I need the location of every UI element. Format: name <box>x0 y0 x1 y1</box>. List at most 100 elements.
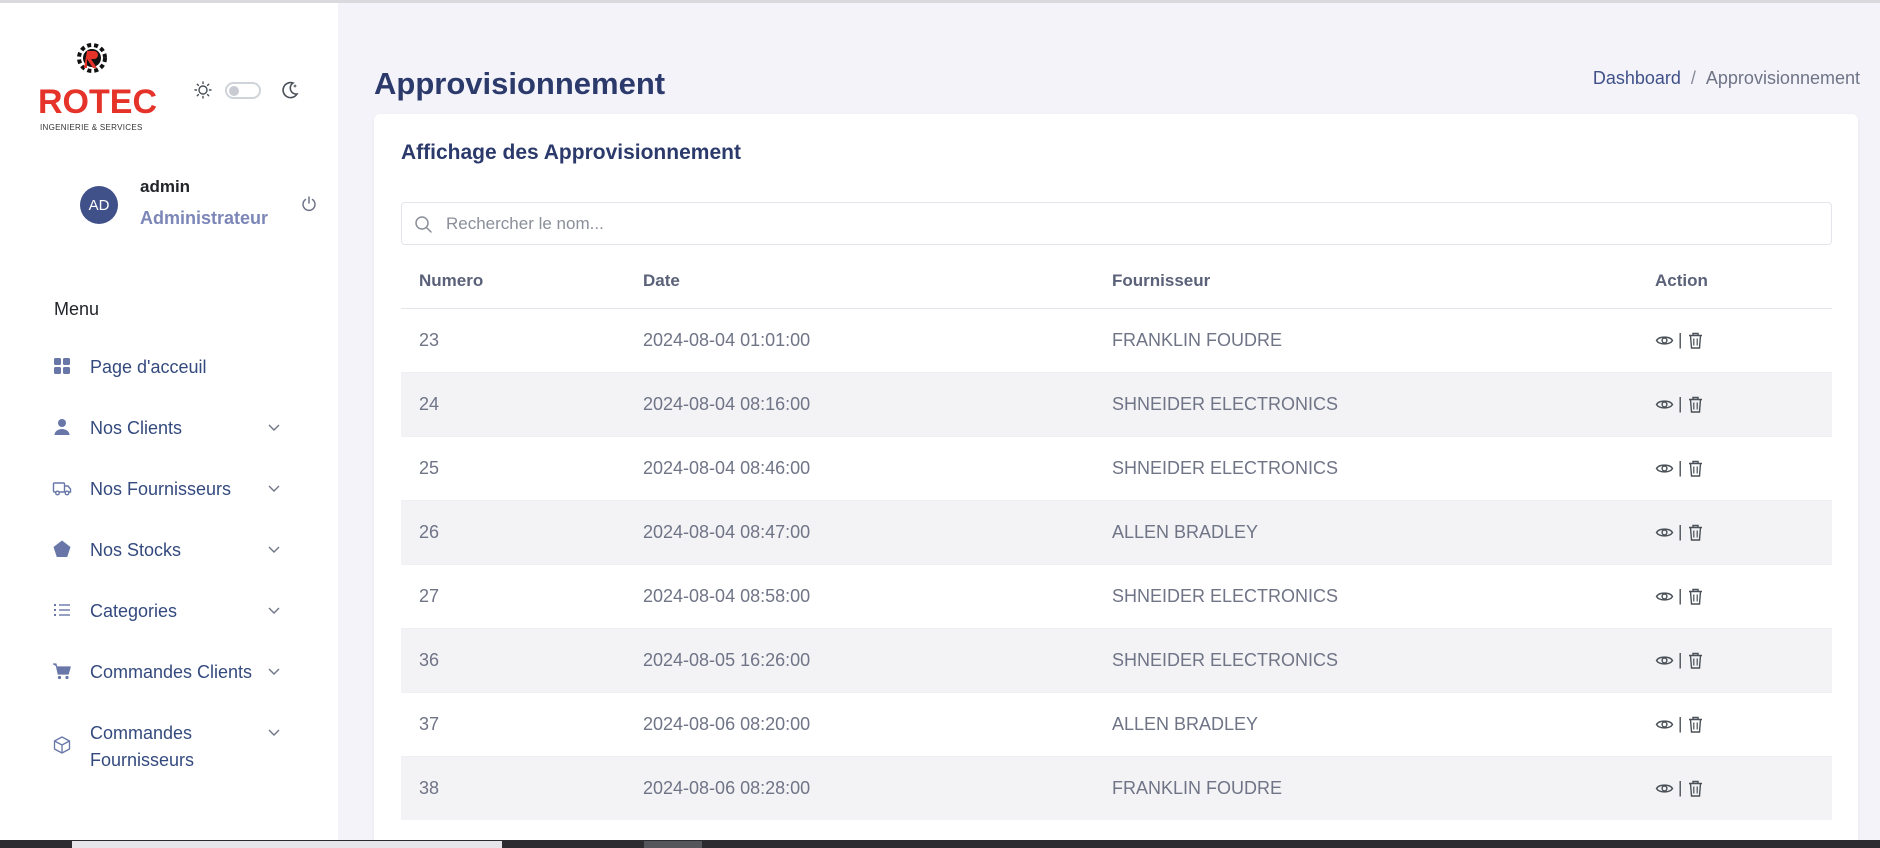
cell-actions: | <box>1637 307 1832 372</box>
user-role: Administrateur <box>140 208 269 228</box>
sidebar-item-commandes-clients[interactable]: Commandes Clients <box>52 648 292 709</box>
chevron-down-icon <box>268 546 280 553</box>
chevron-down-icon <box>268 607 280 614</box>
action-separator: | <box>1678 586 1683 605</box>
approvisionnement-table: Numero Date Fournisseur Action 23 2024-0… <box>401 255 1832 820</box>
action-separator: | <box>1678 522 1683 541</box>
table-row: 37 2024-08-06 08:20:00 ALLEN BRADLEY | <box>401 691 1832 756</box>
cell-numero: 25 <box>401 435 625 500</box>
cell-numero: 26 <box>401 499 625 564</box>
table-row: 26 2024-08-04 08:47:00 ALLEN BRADLEY | <box>401 499 1832 564</box>
pentagon-icon <box>53 540 71 557</box>
sidebar-item-clients[interactable]: Nos Clients <box>52 404 292 465</box>
power-icon[interactable] <box>300 195 318 213</box>
theme-toggle[interactable] <box>225 82 261 99</box>
gear-logo-icon <box>77 43 107 73</box>
breadcrumb: Dashboard / Approvisionnement <box>1593 68 1860 89</box>
cell-actions: | <box>1637 755 1832 820</box>
table-row: 23 2024-08-04 01:01:00 FRANKLIN FOUDRE | <box>401 307 1832 372</box>
sidebar-item-label: Nos Stocks <box>90 540 182 560</box>
cell-actions: | <box>1637 691 1832 756</box>
taskbar-strip <box>0 840 1880 848</box>
breadcrumb-dashboard-link[interactable]: Dashboard <box>1593 68 1681 89</box>
cell-date: 2024-08-04 01:01:00 <box>625 307 1094 372</box>
sidebar-item-label: Commandes Fournisseurs <box>90 723 195 770</box>
cell-numero: 24 <box>401 371 625 436</box>
eye-icon[interactable] <box>1655 459 1674 478</box>
trash-icon[interactable] <box>1686 651 1705 670</box>
taskbar-segment <box>72 841 502 848</box>
card-title: Affichage des Approvisionnement <box>401 141 741 164</box>
brand-logo[interactable]: ROTEC INGENIERIE & SERVICES <box>36 37 157 137</box>
table-row: 38 2024-08-06 08:28:00 FRANKLIN FOUDRE | <box>401 755 1832 820</box>
sun-icon <box>194 81 212 99</box>
trash-icon[interactable] <box>1686 395 1705 414</box>
cell-date: 2024-08-04 08:47:00 <box>625 499 1094 564</box>
table-row: 25 2024-08-04 08:46:00 SHNEIDER ELECTRON… <box>401 435 1832 500</box>
breadcrumb-separator: / <box>1690 68 1696 88</box>
cell-fournisseur: SHNEIDER ELECTRONICS <box>1094 627 1637 692</box>
table-row: 36 2024-08-05 16:26:00 SHNEIDER ELECTRON… <box>401 627 1832 692</box>
column-header-numero[interactable]: Numero <box>401 255 625 309</box>
eye-icon[interactable] <box>1655 779 1674 798</box>
sidebar-item-fournisseurs[interactable]: Nos Fournisseurs <box>52 465 292 526</box>
sidebar-item-label: Page d'acceuil <box>90 357 207 377</box>
theme-switcher <box>194 79 302 101</box>
column-header-fournisseur[interactable]: Fournisseur <box>1094 255 1637 309</box>
column-header-action: Action <box>1637 255 1832 309</box>
trash-icon[interactable] <box>1686 459 1705 478</box>
eye-icon[interactable] <box>1655 651 1674 670</box>
cell-date: 2024-08-06 08:28:00 <box>625 755 1094 820</box>
toggle-knob <box>229 86 239 96</box>
sidebar-item-stocks[interactable]: Nos Stocks <box>52 526 292 587</box>
moon-icon <box>282 81 299 99</box>
action-separator: | <box>1678 394 1683 413</box>
cell-actions: | <box>1637 499 1832 564</box>
eye-icon[interactable] <box>1655 587 1674 606</box>
trash-icon[interactable] <box>1686 779 1705 798</box>
user-profile: AD admin Administrateur <box>80 173 320 233</box>
eye-icon[interactable] <box>1655 331 1674 350</box>
chevron-down-icon <box>268 729 280 736</box>
chevron-down-icon <box>268 424 280 431</box>
eye-icon[interactable] <box>1655 395 1674 414</box>
search-input[interactable] <box>446 211 1806 237</box>
action-separator: | <box>1678 458 1683 477</box>
column-header-date[interactable]: Date <box>625 255 1094 309</box>
eye-icon[interactable] <box>1655 523 1674 542</box>
approvisionnement-card: Affichage des Approvisionnement Numero D… <box>374 114 1858 848</box>
eye-icon[interactable] <box>1655 715 1674 734</box>
breadcrumb-current: Approvisionnement <box>1705 68 1860 88</box>
search-box <box>401 202 1832 245</box>
cell-fournisseur: ALLEN BRADLEY <box>1094 499 1637 564</box>
table-header-row: Numero Date Fournisseur Action <box>401 255 1832 309</box>
trash-icon[interactable] <box>1686 331 1705 350</box>
action-separator: | <box>1678 778 1683 798</box>
avatar[interactable]: AD <box>80 186 118 224</box>
sidebar-item-label: Commandes Clients <box>90 662 253 682</box>
cart-icon <box>53 663 71 680</box>
sidebar-item-categories[interactable]: Categories <box>52 587 292 648</box>
sidebar-item-commandes-fournisseurs[interactable]: Commandes Fournisseurs <box>52 709 292 779</box>
truck-icon <box>52 482 72 496</box>
trash-icon[interactable] <box>1686 523 1705 542</box>
action-separator: | <box>1678 330 1683 349</box>
sidebar-item-label: Nos Clients <box>90 418 183 438</box>
cell-numero: 23 <box>401 307 625 372</box>
table-row: 24 2024-08-04 08:16:00 SHNEIDER ELECTRON… <box>401 371 1832 436</box>
chevron-down-icon <box>268 668 280 675</box>
user-icon <box>54 419 70 435</box>
cell-numero: 37 <box>401 691 625 756</box>
sidebar-item-home[interactable]: Page d'acceuil <box>52 343 292 404</box>
trash-icon[interactable] <box>1686 587 1705 606</box>
cell-numero: 38 <box>401 755 625 820</box>
cell-fournisseur: FRANKLIN FOUDRE <box>1094 307 1637 372</box>
sidebar-item-label: Nos Fournisseurs <box>90 479 232 499</box>
cell-actions: | <box>1637 371 1832 436</box>
cell-fournisseur: SHNEIDER ELECTRONICS <box>1094 563 1637 628</box>
cell-numero: 27 <box>401 563 625 628</box>
table-row: 27 2024-08-04 08:58:00 SHNEIDER ELECTRON… <box>401 563 1832 628</box>
trash-icon[interactable] <box>1686 715 1705 734</box>
cell-fournisseur: ALLEN BRADLEY <box>1094 691 1637 756</box>
cell-date: 2024-08-04 08:46:00 <box>625 435 1094 500</box>
